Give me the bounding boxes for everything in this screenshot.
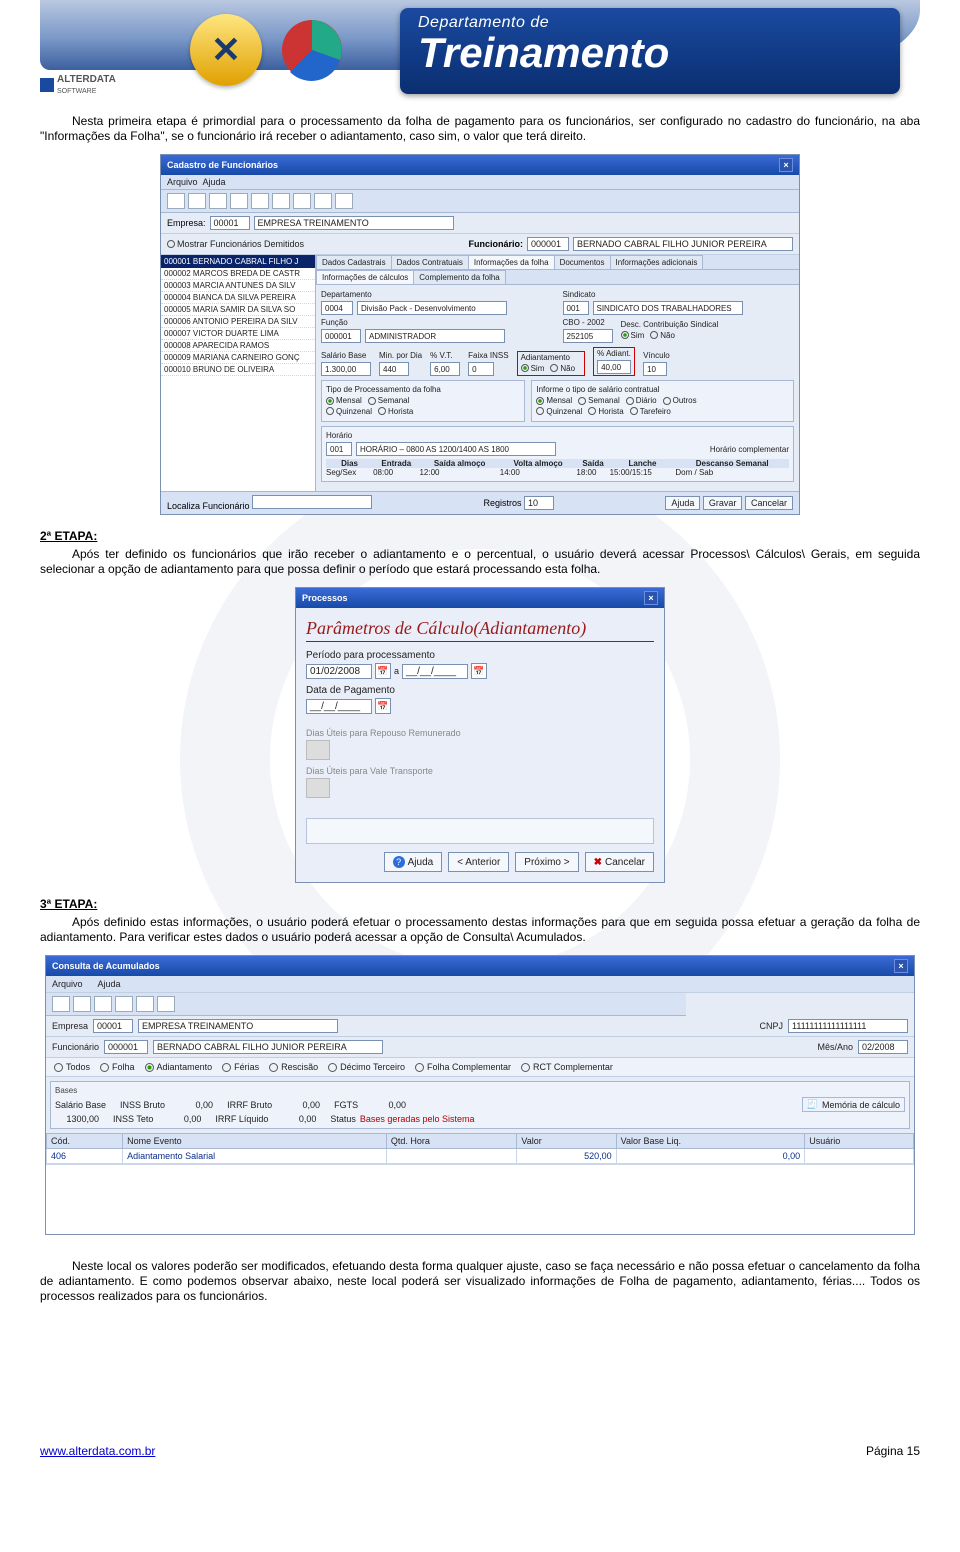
screenshot-cadastro: Cadastro de Funcionários× Arquivo Ajuda … — [160, 154, 800, 515]
table-row[interactable]: 406Adiantamento Salarial520,000,00 — [47, 1149, 914, 1164]
calendar-icon[interactable]: 📅 — [375, 663, 391, 679]
etapa2-paragraph: Após ter definido os funcionários que ir… — [40, 547, 920, 577]
filter-radios: Todos Folha Adiantamento Férias Rescisão… — [46, 1058, 914, 1077]
ajuda-button[interactable]: Ajuda — [665, 496, 700, 510]
paragraph-intro: Nesta primeira etapa é primordial para o… — [40, 114, 920, 144]
banner-title: Treinamento — [418, 32, 882, 74]
toolbar — [161, 190, 799, 213]
cancelar-button[interactable]: ✖Cancelar — [585, 852, 654, 872]
events-table: Cód.Nome EventoQtd. HoraValorValor Base … — [46, 1133, 914, 1164]
etapa2-heading: 2ª ETAPA: — [40, 529, 920, 543]
paragraph-last: Neste local os valores poderão ser modif… — [40, 1259, 920, 1304]
banner: Departamento de Treinamento — [400, 8, 900, 94]
win-title: Consulta de Acumulados — [52, 961, 160, 971]
alterdata-logo: ALTERDATASOFTWARE — [40, 74, 116, 96]
gravar-button[interactable]: Gravar — [703, 496, 743, 510]
search-input[interactable] — [252, 495, 372, 509]
win-title: Processos — [302, 593, 348, 603]
calendar-icon[interactable]: 📅 — [471, 663, 487, 679]
menu-ajuda[interactable]: Ajuda — [203, 177, 226, 187]
date-to[interactable]: __/__/____ — [402, 664, 468, 679]
proc-heading: Parâmetros de Cálculo(Adiantamento) — [306, 618, 654, 642]
date-from[interactable]: 01/02/2008 — [306, 664, 372, 679]
pie-icon — [280, 18, 344, 82]
etapa3-heading: 3ª ETAPA: — [40, 897, 920, 911]
memoria-button[interactable]: 🧾Memória de cálculo — [802, 1097, 905, 1112]
page-number: Página 15 — [866, 1444, 920, 1458]
close-icon[interactable]: × — [779, 158, 793, 172]
empresa-cod[interactable]: 00001 — [210, 216, 250, 230]
menu-arquivo[interactable]: Arquivo — [167, 177, 198, 187]
anterior-button[interactable]: < Anterior — [448, 852, 509, 872]
win-title: Cadastro de Funcionários — [167, 160, 278, 170]
cancelar-button[interactable]: Cancelar — [745, 496, 793, 510]
empresa-nome[interactable]: EMPRESA TREINAMENTO — [254, 216, 454, 230]
screenshot-consulta: Consulta de Acumulados× Arquivo Ajuda Em… — [45, 955, 915, 1235]
footer-link[interactable]: www.alterdata.com.br — [40, 1444, 155, 1458]
employee-list[interactable]: 000001 BERNADO CABRAL FILHO J 000002 MAR… — [161, 255, 316, 491]
etapa3-paragraph: Após definido estas informações, o usuár… — [40, 915, 920, 945]
main-tabs: Dados CadastraisDados ContratuaisInforma… — [316, 255, 799, 270]
logo-circle: ✕ — [190, 14, 262, 86]
doc-header: ✕ Departamento de Treinamento ALTERDATAS… — [40, 0, 920, 104]
date-pag[interactable]: __/__/____ — [306, 699, 372, 714]
close-icon[interactable]: × — [894, 959, 908, 973]
proximo-button[interactable]: Próximo > — [515, 852, 578, 872]
ajuda-button[interactable]: ?Ajuda — [384, 852, 443, 872]
screenshot-processos: Processos × Parâmetros de Cálculo(Adianta… — [295, 587, 665, 883]
progress-bar — [306, 818, 654, 844]
close-icon[interactable]: × — [644, 591, 658, 605]
calendar-icon[interactable]: 📅 — [375, 698, 391, 714]
